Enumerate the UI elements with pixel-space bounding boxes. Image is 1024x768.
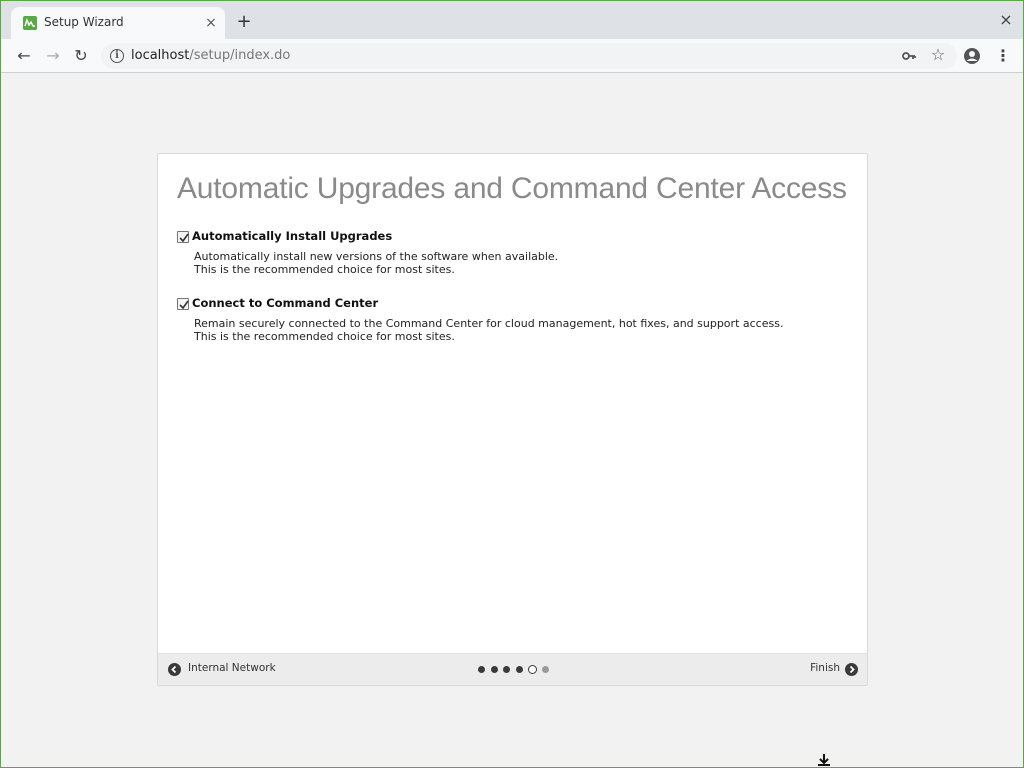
wizard-card: Automatic Upgrades and Command Center Ac… (157, 153, 868, 686)
step-dot-5-current (528, 665, 537, 674)
command-center-checkbox[interactable] (177, 298, 189, 310)
step-dot-6 (542, 666, 549, 673)
bookmark-star-icon[interactable]: ☆ (929, 46, 947, 64)
finish-button[interactable]: Finish (808, 662, 860, 678)
auto-upgrades-desc-line1: Automatically install new versions of th… (194, 250, 559, 263)
browser-toolbar: ← → ↻ i localhost/setup/index.do ☆ ⋮ (1, 39, 1023, 73)
step-dot-4 (516, 666, 523, 673)
download-cursor-icon (817, 753, 831, 767)
command-center-desc-line1: Remain securely connected to the Command… (194, 317, 784, 330)
url-text[interactable]: localhost/setup/index.do (131, 48, 290, 63)
step-dot-2 (491, 666, 498, 673)
tab-strip: Setup Wizard × + × (1, 1, 1023, 39)
url-path: /setup/index.do (189, 48, 291, 63)
auto-upgrades-desc-line2: This is the recommended choice for most … (194, 263, 455, 276)
auto-upgrades-description: Automatically install new versions of th… (194, 250, 558, 276)
forward-arrow-icon[interactable]: → (42, 45, 64, 67)
step-dot-3 (503, 666, 510, 673)
tab-setup-wizard[interactable]: Setup Wizard × (11, 7, 225, 39)
command-center-desc-line2: This is the recommended choice for most … (194, 330, 455, 343)
reload-icon[interactable]: ↻ (70, 45, 92, 67)
wizard-footer: Internal Network Finish (158, 653, 867, 685)
back-button-label[interactable]: Internal Network (188, 662, 276, 674)
step-indicator (478, 664, 558, 676)
site-info-icon[interactable]: i (110, 49, 124, 63)
page-title: Automatic Upgrades and Command Center Ac… (177, 172, 847, 205)
new-tab-icon[interactable]: + (234, 13, 254, 33)
auto-upgrades-checkbox[interactable] (177, 231, 189, 243)
page-content: Automatic Upgrades and Command Center Ac… (1, 73, 1023, 767)
tab-close-icon[interactable]: × (203, 15, 219, 31)
browser-window: Setup Wizard × + × ← → ↻ i localhost/set… (1, 1, 1023, 767)
browser-menu-icon[interactable]: ⋮ (995, 47, 1011, 65)
address-bar[interactable]: i localhost/setup/index.do ☆ (101, 43, 957, 69)
key-icon[interactable] (901, 48, 917, 64)
command-center-description: Remain securely connected to the Command… (194, 317, 783, 343)
window-close-icon[interactable]: × (997, 11, 1015, 29)
back-chevron-icon[interactable] (168, 663, 181, 676)
finish-button-label[interactable]: Finish (810, 662, 840, 674)
auto-upgrades-label[interactable]: Automatically Install Upgrades (192, 229, 392, 243)
tab-title: Setup Wizard (44, 15, 124, 29)
forward-chevron-icon[interactable] (845, 663, 858, 676)
back-arrow-icon[interactable]: ← (13, 45, 35, 67)
step-dot-1 (478, 666, 485, 673)
favicon-icon (23, 16, 37, 30)
url-host: localhost (131, 48, 190, 63)
command-center-label[interactable]: Connect to Command Center (192, 296, 378, 310)
account-icon[interactable] (963, 47, 981, 65)
